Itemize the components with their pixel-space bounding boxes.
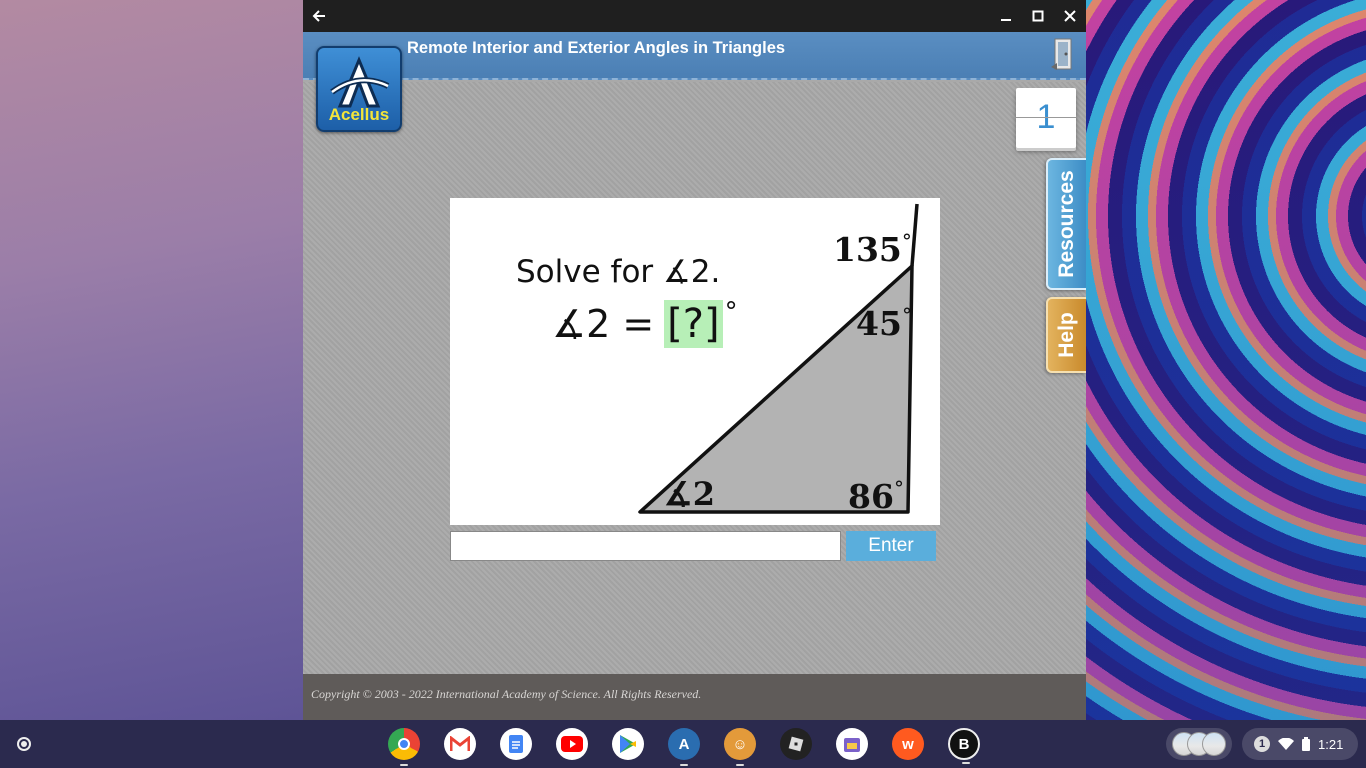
answer-placeholder: [?]	[664, 300, 723, 348]
course-header: Remote Interior and Exterior Angles in T…	[303, 32, 1086, 80]
running-indicator	[680, 764, 688, 766]
enter-button[interactable]: Enter	[846, 531, 936, 561]
game-icon[interactable]: ☺	[724, 728, 756, 766]
equation-prefix: ∡2 =	[552, 302, 655, 346]
notification-count: 1	[1254, 736, 1270, 752]
degree-symbol: °	[901, 303, 912, 327]
gmail-m-icon	[450, 736, 470, 751]
angle-label-exterior: 135°	[833, 229, 912, 269]
answer-input[interactable]	[450, 531, 841, 561]
youtube-icon[interactable]	[556, 728, 588, 760]
wallpaper-right	[1086, 0, 1366, 720]
degree-symbol: °	[893, 476, 904, 500]
question-card: Solve for ∡2. ∡2 = [?] ° 135° 45° 86° ∡2	[450, 198, 940, 525]
wifi-icon	[1278, 738, 1294, 750]
copyright-text: Copyright © 2003 - 2022 International Ac…	[311, 687, 702, 701]
angle-value-right: 86	[848, 477, 894, 516]
play-store-icon[interactable]	[612, 728, 644, 760]
counter-divider	[1016, 117, 1076, 118]
running-indicator	[400, 764, 408, 766]
thumbnail	[1202, 732, 1226, 756]
extended-side-line	[910, 203, 919, 267]
exit-door-icon[interactable]	[1049, 37, 1075, 71]
launcher-button[interactable]	[6, 726, 42, 762]
angle-label-unknown: ∡2	[664, 475, 715, 513]
footer: Copyright © 2003 - 2022 International Ac…	[303, 674, 1086, 720]
running-indicator	[962, 762, 970, 764]
angle-label-right: 86°	[848, 476, 904, 516]
acellus-logo: Acellus	[316, 46, 402, 132]
window-titlebar	[303, 0, 1086, 32]
back-button[interactable]	[303, 0, 335, 32]
status-area[interactable]: 1 1:21	[1242, 728, 1358, 760]
question-prompt: Solve for ∡2.	[516, 254, 721, 290]
maximize-button[interactable]	[1022, 0, 1054, 32]
youtube-play-icon	[561, 736, 583, 752]
app-window: Remote Interior and Exterior Angles in T…	[303, 0, 1086, 720]
acellus-icon[interactable]: A	[668, 728, 700, 766]
chrome-icon[interactable]	[388, 728, 420, 766]
wattpad-icon[interactable]: w	[892, 728, 924, 760]
gmail-icon[interactable]	[444, 728, 476, 760]
play-triangle-icon	[620, 735, 636, 753]
question-counter: 1	[1016, 88, 1076, 148]
docs-page-icon	[509, 735, 523, 753]
launcher-icon	[17, 737, 31, 751]
clock-time: 1:21	[1318, 736, 1344, 752]
b-app-icon[interactable]: B	[948, 728, 980, 764]
question-equation: ∡2 = [?] °	[552, 297, 738, 348]
close-button[interactable]	[1054, 0, 1086, 32]
roblox-icon[interactable]	[780, 728, 812, 760]
close-icon	[1064, 10, 1076, 22]
roblox-square-icon	[788, 736, 804, 752]
page-title: Remote Interior and Exterior Angles in T…	[407, 39, 786, 57]
resources-tab-label: Resources	[1055, 170, 1078, 278]
minimize-button[interactable]	[990, 0, 1022, 32]
calendar-app-icon[interactable]	[836, 728, 868, 760]
angle-label-top: 45°	[856, 303, 912, 343]
arrow-left-icon	[312, 10, 325, 22]
docs-icon[interactable]	[500, 728, 532, 760]
holding-space-tray[interactable]	[1166, 728, 1232, 760]
degree-symbol: °	[724, 297, 738, 327]
wallpaper-left	[0, 0, 303, 720]
minimize-icon	[1001, 19, 1011, 21]
acellus-a-icon	[330, 56, 390, 108]
degree-symbol: °	[901, 229, 912, 253]
help-tab[interactable]: Help	[1046, 297, 1086, 373]
calendar-icon	[844, 738, 860, 752]
help-tab-label: Help	[1055, 312, 1078, 358]
resources-tab[interactable]: Resources	[1046, 158, 1086, 290]
maximize-icon	[1032, 10, 1044, 22]
logo-text: Acellus	[328, 105, 390, 124]
os-shelf: A ☺ w B 1 1:21	[0, 720, 1366, 768]
battery-icon	[1302, 737, 1310, 751]
angle-value-exterior: 135	[833, 230, 902, 269]
angle-value-top: 45	[856, 304, 902, 343]
running-indicator	[736, 764, 744, 766]
